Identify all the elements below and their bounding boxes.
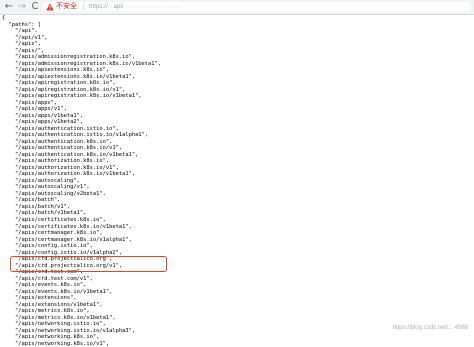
reload-icon[interactable]: C xyxy=(29,0,41,14)
omnibox-divider xyxy=(83,4,84,10)
browser-toolbar: ← → C 不安全 https:// · api/ · · · · · · · … xyxy=(0,0,474,15)
address-bar[interactable]: 不安全 https:// · api/ · · · · · · · · · · … xyxy=(43,2,471,12)
url-text[interactable]: https:// · api/ · · · · · · · · · · · · … xyxy=(89,2,178,12)
json-path-line: "/apis/networking.k8s.io/v1", xyxy=(2,340,110,347)
highlight-annotation-box xyxy=(10,256,167,272)
warning-triangle-icon xyxy=(46,3,54,11)
json-response-body: { "paths": [ "/api", "/api/v1", "/apis",… xyxy=(2,15,472,347)
not-secure-label[interactable]: 不安全 xyxy=(56,2,77,12)
forward-arrow-icon[interactable]: → xyxy=(16,0,28,14)
back-arrow-icon[interactable]: ← xyxy=(3,0,15,14)
watermark-text: https://blog.csdn.net/... 4566 xyxy=(392,325,468,331)
